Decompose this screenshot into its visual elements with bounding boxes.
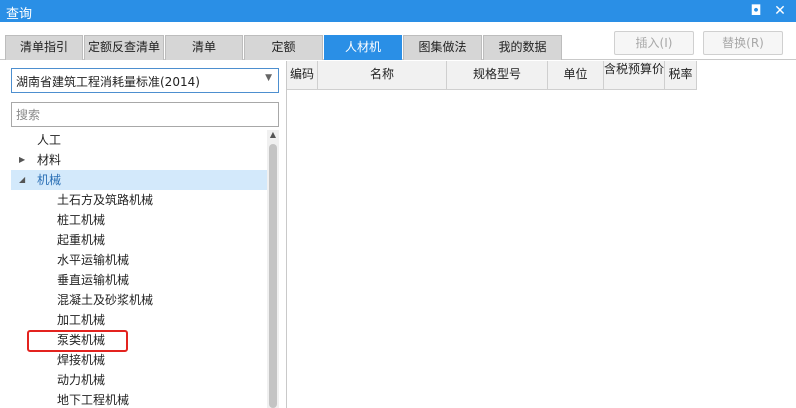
tree-item-label: 水平运输机械 [57,253,130,267]
tab-quota-reverse-lookup[interactable]: 定额反查清单 [84,35,164,60]
tree-item-label: 加工机械 [57,313,106,327]
tree-item-label: 起重机械 [57,233,106,247]
tab-my-data[interactable]: 我的数据 [483,35,562,60]
left-panel: 湖南省建筑工程消耗量标准(2014) ▼ 人工 ▶ 材料 ◢ 机械 土石方及筑路… [0,61,286,408]
tree-item-label: 地下工程机械 [57,393,130,407]
tree-item-label: 焊接机械 [57,353,106,367]
tree-item-label: 人工 [37,133,62,147]
column-header-spec[interactable]: 规格型号 [447,61,548,90]
tree-item-processing-machinery[interactable]: 加工机械 [11,310,267,330]
scroll-up-arrow-icon[interactable]: ▲ [268,130,278,140]
tree-item-label: 材料 [37,153,62,167]
close-icon[interactable]: ✕ [771,2,789,20]
tree-item-label: 动力机械 [57,373,106,387]
tab-bill[interactable]: 清单 [165,35,243,60]
column-header-code[interactable]: 编码 [287,61,318,90]
tree-scrollbar[interactable]: ▲ [267,130,279,408]
grid-header: 编码 名称 规格型号 单位 含税预算价 税率 [287,61,697,90]
tree-item-pile-machinery[interactable]: 桩工机械 [11,210,267,230]
tree-item-label: 混凝土及砂浆机械 [57,293,154,307]
column-header-name[interactable]: 名称 [318,61,447,90]
column-header-tax-inclusive-price[interactable]: 含税预算价 [604,61,665,90]
tree-item-welding-machinery[interactable]: 焊接机械 [11,350,267,370]
tree-item-label: 机械 [37,173,62,187]
tab-bill-guide[interactable]: 清单指引 [5,35,83,60]
tree-item-earthwork-machinery[interactable]: 土石方及筑路机械 [11,190,267,210]
tab-labor-material-machine[interactable]: 人材机 [324,35,402,60]
maximize-icon[interactable]: ◘ [747,2,765,20]
window-title: 查询 [6,7,33,22]
insert-button[interactable]: 插入(I) [614,31,694,55]
triangle-down-icon[interactable]: ◢ [19,170,25,190]
scrollbar-thumb[interactable] [269,144,277,408]
tree-item-machinery[interactable]: ◢ 机械 [11,170,267,190]
search-input[interactable] [11,102,279,127]
tree-item-lifting-machinery[interactable]: 起重机械 [11,230,267,250]
tab-quota[interactable]: 定额 [244,35,323,60]
replace-button[interactable]: 替换(R) [703,31,783,55]
tree-item-vertical-transport[interactable]: 垂直运输机械 [11,270,267,290]
highlight-annotation [27,330,128,352]
tree-item-concrete-mortar-machinery[interactable]: 混凝土及砂浆机械 [11,290,267,310]
tree-item-labor[interactable]: 人工 [11,130,267,150]
title-bar: 查询 ◘ ✕ [0,0,796,22]
caret-down-icon: ▼ [265,73,272,83]
tree-item-underground-machinery[interactable]: 地下工程机械 [11,390,267,408]
tree-item-horizontal-transport[interactable]: 水平运输机械 [11,250,267,270]
library-select-value: 湖南省建筑工程消耗量标准(2014) [16,75,200,89]
triangle-right-icon[interactable]: ▶ [19,150,25,170]
results-grid: 编码 名称 规格型号 单位 含税预算价 税率 [286,61,796,408]
tree-item-power-machinery[interactable]: 动力机械 [11,370,267,390]
tree-item-label: 土石方及筑路机械 [57,193,154,207]
library-select[interactable]: 湖南省建筑工程消耗量标准(2014) ▼ [11,68,279,93]
column-header-unit[interactable]: 单位 [548,61,604,90]
column-header-tax-rate[interactable]: 税率 [665,61,697,90]
tree-item-materials[interactable]: ▶ 材料 [11,150,267,170]
category-tree: 人工 ▶ 材料 ◢ 机械 土石方及筑路机械 桩工机械 起重机械 水平运输机械 垂… [11,130,267,408]
tree-item-label: 桩工机械 [57,213,106,227]
tab-atlas-method[interactable]: 图集做法 [403,35,482,60]
tree-item-label: 垂直运输机械 [57,273,130,287]
